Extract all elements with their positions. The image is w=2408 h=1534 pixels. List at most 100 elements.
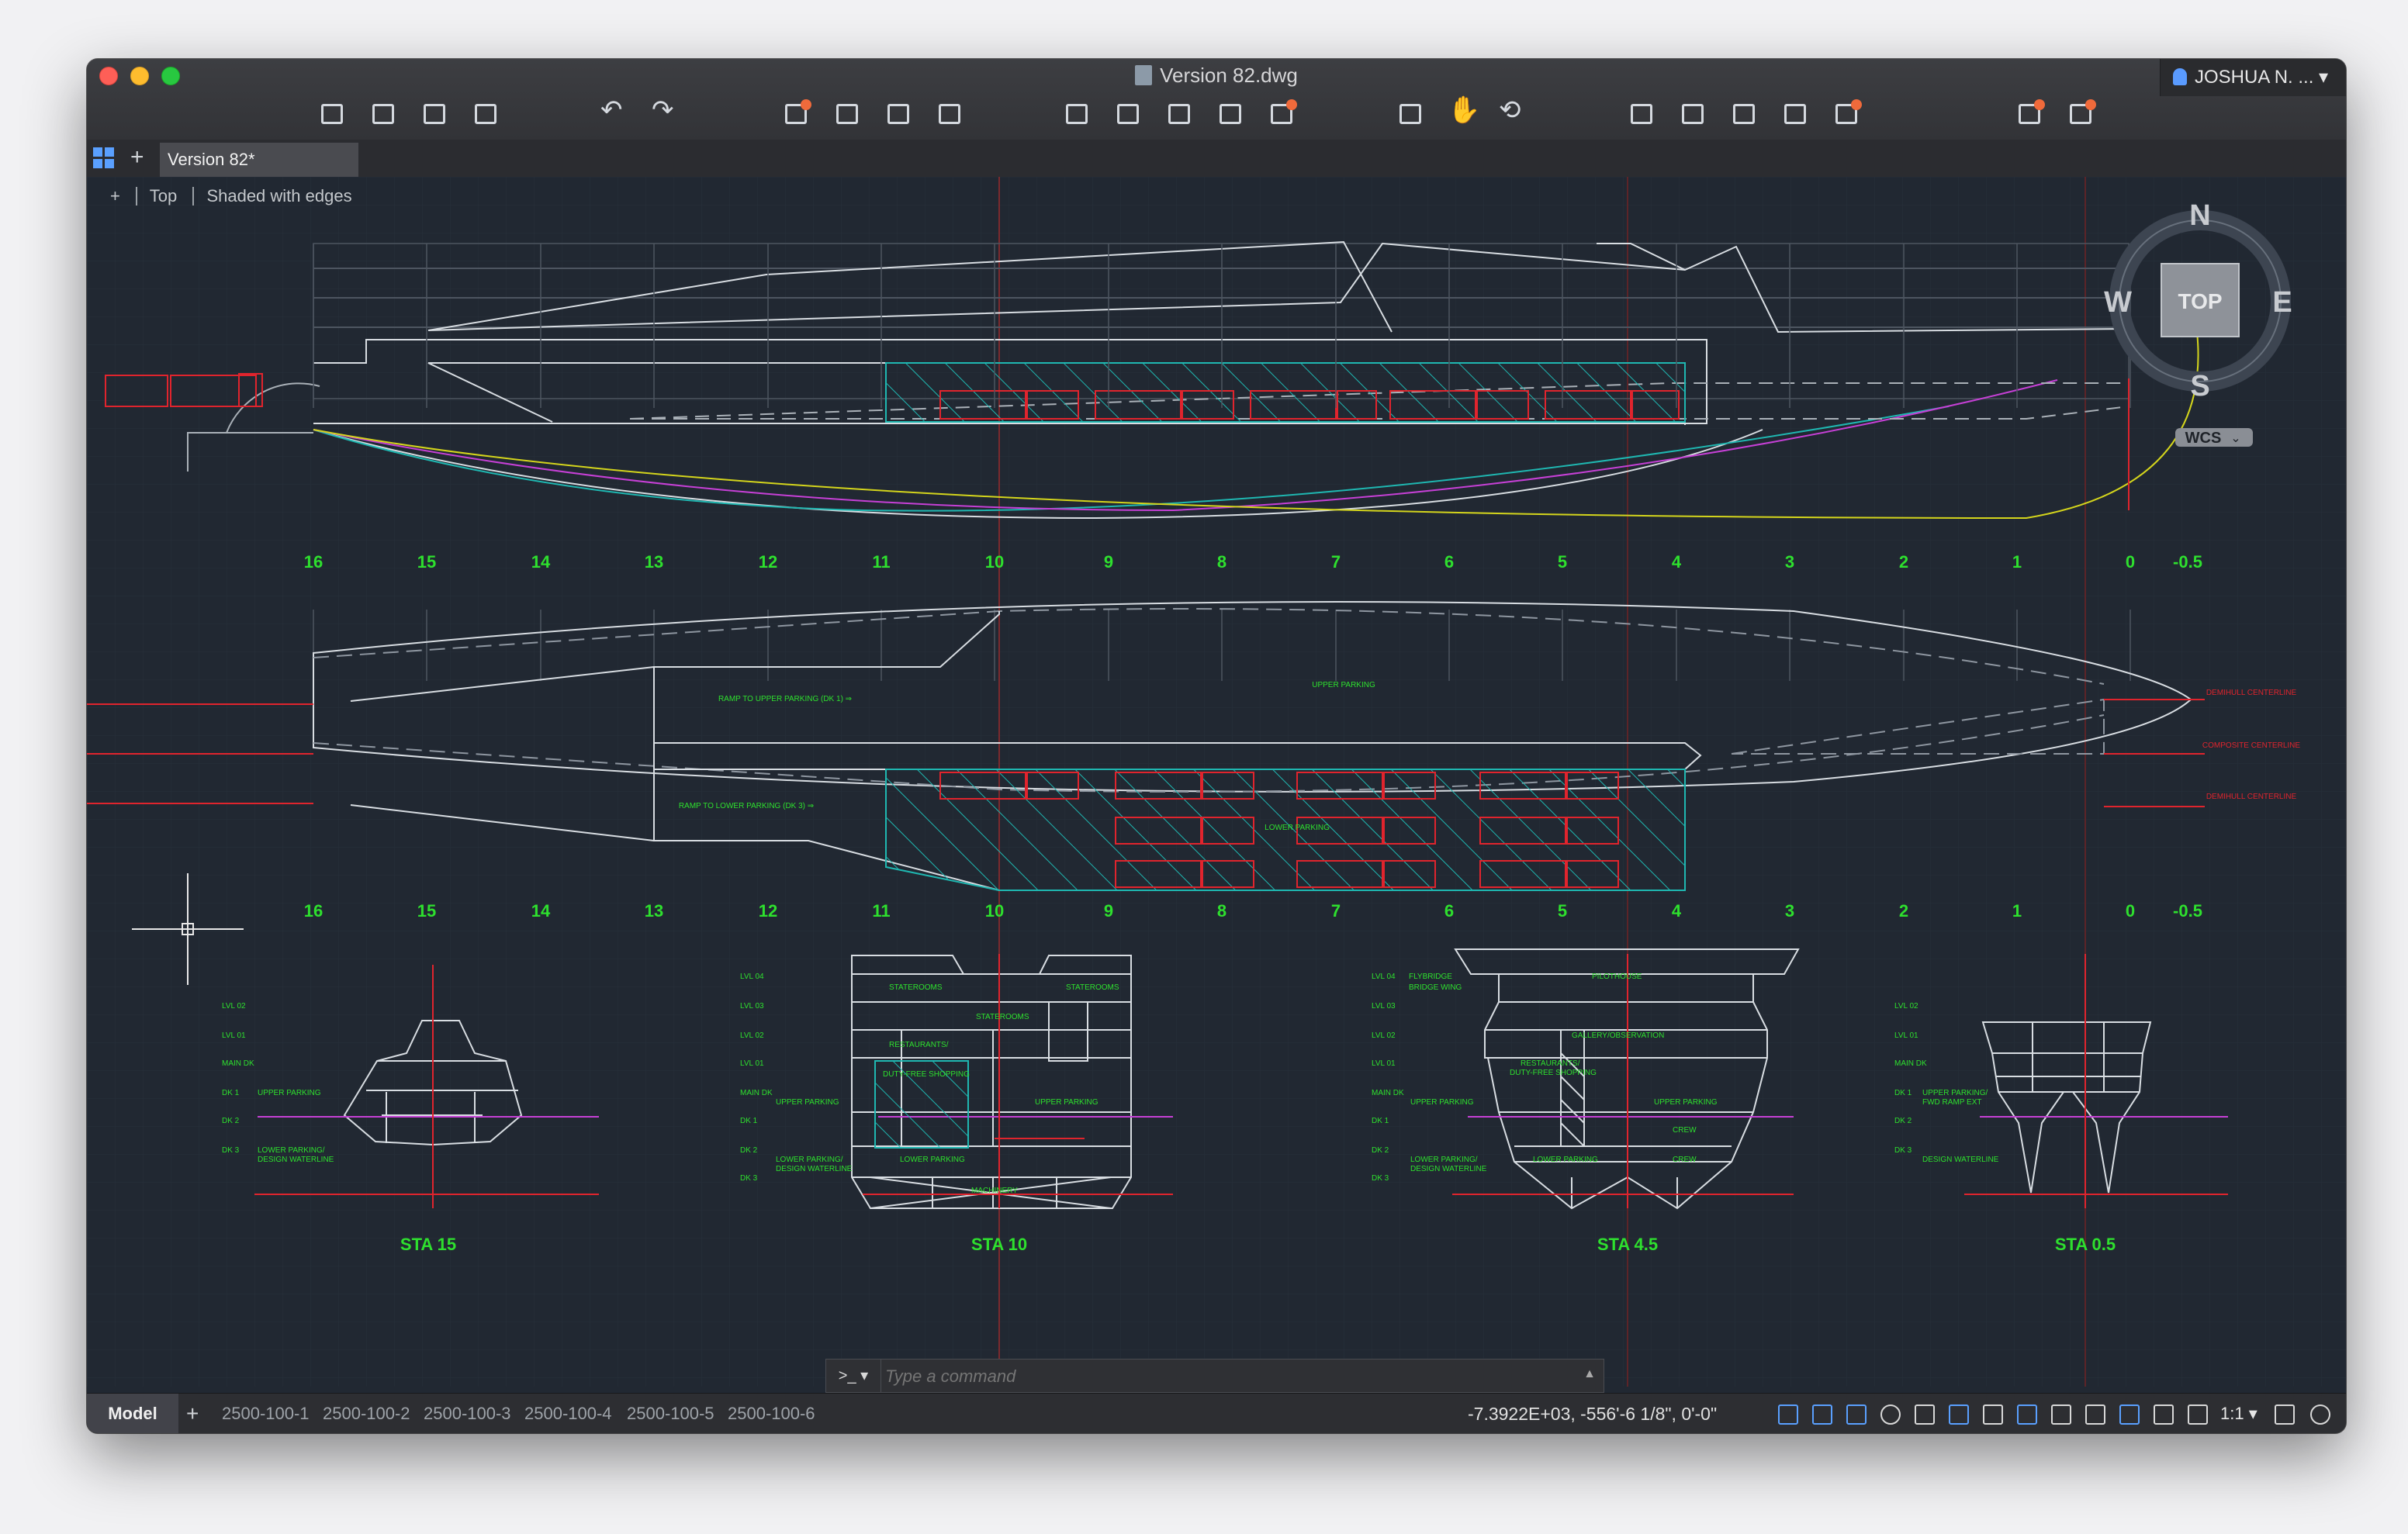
attach-button[interactable] <box>1164 99 1195 130</box>
render-button[interactable] <box>2014 99 2045 130</box>
drawing-viewport[interactable]: 16 15 14 13 12 11 10 9 8 7 6 5 4 3 2 1 0… <box>87 177 2346 1387</box>
workspace-icon[interactable] <box>2275 1404 2295 1425</box>
coordinates-readout: -7.3922E+03, -556'-6 1/8", 0'-0" <box>1468 1404 1718 1424</box>
properties-button[interactable] <box>1626 99 1657 130</box>
selection-cycling-icon[interactable] <box>2017 1404 2037 1425</box>
new-drawing-button[interactable] <box>317 99 348 130</box>
compass-east[interactable]: E <box>2272 286 2292 319</box>
save-button[interactable] <box>419 99 450 130</box>
ramp-upper-label: RAMP TO UPPER PARKING (DK 1) ⇒ <box>718 695 852 703</box>
transparency-icon[interactable] <box>1983 1404 2003 1425</box>
level-label: LVL 01 <box>222 1031 246 1040</box>
demihull-centerline-label: DEMIHULL CENTERLINE <box>2206 689 2297 697</box>
object-snap-tracking-icon[interactable] <box>1915 1404 1935 1425</box>
app-window: Version 82.dwg JOSHUA N. ... ▾ ↶ ↷ ✋ ⟲ +… <box>87 59 2346 1433</box>
open-button[interactable] <box>368 99 399 130</box>
viewport-menu-button[interactable]: + <box>110 186 120 206</box>
print-button[interactable] <box>832 99 863 130</box>
layout-tab[interactable]: 2500-100-2 <box>323 1394 410 1433</box>
drawing-canvas[interactable]: 16 15 14 13 12 11 10 9 8 7 6 5 4 3 2 1 0… <box>87 177 2346 1387</box>
orbit-button[interactable]: ⟲ <box>1497 95 1528 130</box>
section-title-sta45: STA 4.5 <box>1597 1235 1658 1254</box>
dynamic-ucs-icon[interactable] <box>2051 1404 2071 1425</box>
share-button[interactable] <box>1780 99 1811 130</box>
station-label: 1 <box>2012 901 2022 921</box>
note-label: DESIGN WATERLINE <box>776 1165 853 1173</box>
geolocation-button[interactable] <box>1728 99 1759 130</box>
match-properties-button[interactable] <box>1677 99 1708 130</box>
compass-west[interactable]: W <box>2104 286 2132 319</box>
layout-tab[interactable]: 2500-100-6 <box>728 1394 815 1433</box>
annotation-visibility-icon[interactable] <box>2119 1404 2140 1425</box>
drawings-grid-icon[interactable] <box>93 147 115 169</box>
station-label: 16 <box>304 552 323 572</box>
plot-button[interactable] <box>780 99 811 130</box>
visual-style-menu[interactable]: Shaded with edges <box>206 186 351 206</box>
command-input[interactable] <box>884 1363 1569 1391</box>
note-label: UPPER PARKING <box>1410 1098 1474 1107</box>
add-layout-button[interactable]: + <box>186 1394 199 1433</box>
annotation-scale-menu[interactable]: 1:1 ▾ <box>2220 1394 2258 1433</box>
import-button[interactable] <box>1061 99 1092 130</box>
note-label: MACHINERY <box>971 1187 1018 1195</box>
user-name: JOSHUA N. ... <box>2195 67 2314 88</box>
station-label: 5 <box>1558 901 1567 921</box>
user-menu[interactable]: JOSHUA N. ... ▾ <box>2160 59 2346 96</box>
pan-button[interactable]: ✋ <box>1446 97 1480 130</box>
note-label: STATEROOMS <box>889 983 943 992</box>
zoom-window-tool-button[interactable] <box>1395 99 1426 130</box>
export-button[interactable] <box>1112 99 1143 130</box>
save-as-button[interactable] <box>470 99 501 130</box>
station-label: 7 <box>1331 552 1341 572</box>
polar-tracking-icon[interactable] <box>1880 1404 1901 1425</box>
layout-tab[interactable]: 2500-100-5 <box>627 1394 714 1433</box>
batch-plot-button[interactable] <box>883 99 914 130</box>
layout-tab-model[interactable]: Model <box>87 1394 178 1433</box>
note-label: PILOTHOUSE <box>1592 973 1642 981</box>
snap-mode-icon[interactable] <box>1812 1404 1832 1425</box>
note-label: DUTY-FREE SHOPPING <box>883 1070 970 1079</box>
station-label: 10 <box>985 552 1004 572</box>
note-label: STATEROOMS <box>1066 983 1119 992</box>
section-title-sta10: STA 10 <box>971 1235 1027 1254</box>
note-label: FWD RAMP EXT <box>1922 1098 1981 1107</box>
grid-display-icon[interactable] <box>1778 1404 1798 1425</box>
publish-button[interactable] <box>934 99 965 130</box>
station-label: 13 <box>645 552 663 572</box>
ortho-mode-icon[interactable] <box>1846 1404 1867 1425</box>
redo-button[interactable]: ↷ <box>650 97 681 130</box>
gear-icon[interactable] <box>2310 1404 2330 1425</box>
level-label: LVL 03 <box>1372 1002 1396 1011</box>
lineweight-icon[interactable] <box>1949 1404 1969 1425</box>
command-prompt-menu[interactable]: >_ ▾ <box>826 1360 881 1392</box>
orbit-icon: ⟲ <box>1499 95 1521 125</box>
markup-button[interactable] <box>1831 99 1862 130</box>
undo-button[interactable]: ↶ <box>599 97 630 130</box>
station-label: 12 <box>759 552 777 572</box>
station-label: 0 <box>2126 901 2135 921</box>
viewport-icon[interactable] <box>2085 1404 2105 1425</box>
compass-north[interactable]: N <box>2189 199 2210 232</box>
station-label: 2 <box>1899 552 1908 572</box>
level-label: DK 3 <box>222 1146 240 1155</box>
command-history-icon[interactable]: ▲ <box>1583 1367 1596 1381</box>
note-label: STATEROOMS <box>976 1013 1029 1021</box>
layout-tab[interactable]: 2500-100-3 <box>424 1394 511 1433</box>
xref-button[interactable] <box>1215 99 1246 130</box>
reference-manager-button[interactable] <box>1266 99 1297 130</box>
station-label: 4 <box>1672 552 1682 572</box>
station-label: -0.5 <box>2173 552 2202 572</box>
tab-version-82[interactable]: Version 82* <box>160 143 358 177</box>
layout-tab[interactable]: 2500-100-4 <box>524 1394 612 1433</box>
demihull-centerline-label: DEMIHULL CENTERLINE <box>2206 793 2297 801</box>
annotation-scale-icon[interactable] <box>2188 1404 2208 1425</box>
settings-sync-button[interactable] <box>2065 99 2096 130</box>
compass-south[interactable]: S <box>2190 370 2209 403</box>
station-label: 4 <box>1672 901 1682 921</box>
layout-tab[interactable]: 2500-100-1 <box>222 1394 310 1433</box>
view-name-menu[interactable]: Top <box>150 186 177 206</box>
station-label: 14 <box>531 901 551 921</box>
auto-scale-icon[interactable] <box>2154 1404 2174 1425</box>
new-tab-button[interactable]: + <box>130 146 144 169</box>
command-line: >_ ▾ ▲ <box>825 1359 1604 1393</box>
